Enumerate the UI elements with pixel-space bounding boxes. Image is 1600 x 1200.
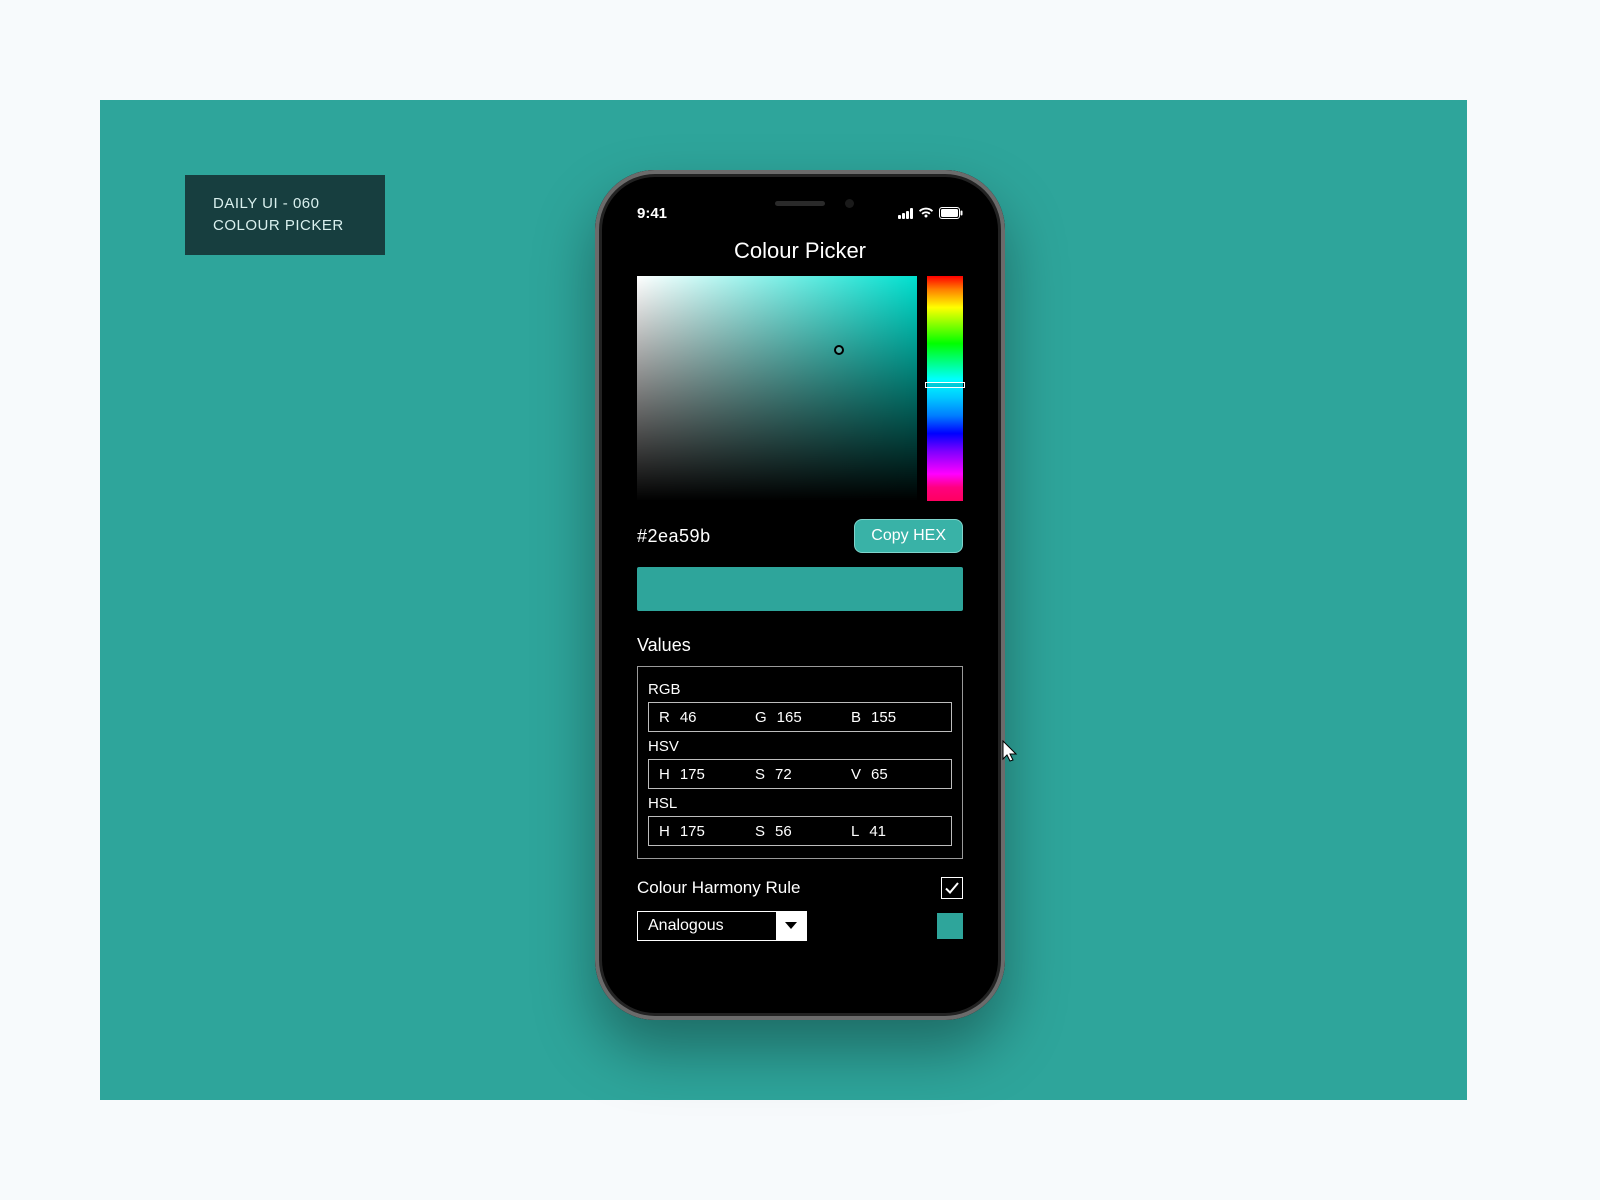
hue-slider[interactable] [927, 276, 963, 501]
sv-cursor[interactable] [834, 345, 844, 355]
hsl-h-label: H [659, 823, 670, 840]
rgb-row[interactable]: R 46 G 165 B 155 [648, 702, 952, 732]
color-swatch [637, 567, 963, 611]
screen-content: Colour Picker #2ea59b Copy HEX Values [613, 232, 987, 1002]
hue-thumb[interactable] [925, 382, 965, 388]
harmony-controls: Analogous [637, 911, 963, 941]
status-icons [898, 207, 963, 219]
hsl-l-label: L [851, 823, 859, 840]
status-time: 9:41 [637, 205, 667, 222]
hsv-row[interactable]: H 175 S 72 V 65 [648, 759, 952, 789]
picker-row [637, 276, 963, 501]
harmony-selected-text: Analogous [638, 912, 776, 940]
rgb-g-value: 165 [777, 709, 802, 726]
copy-hex-button[interactable]: Copy HEX [854, 519, 963, 553]
rgb-r-label: R [659, 709, 670, 726]
signal-icon [898, 208, 913, 219]
values-box: RGB R46 G165 B155 HSV H175 S72 V65 HSL [637, 666, 963, 859]
phone-frame: 9:41 Colour Picker [595, 170, 1005, 1020]
hex-row: #2ea59b Copy HEX [637, 519, 963, 553]
rgb-b-value: 155 [871, 709, 896, 726]
front-camera [845, 199, 854, 208]
notch [710, 188, 890, 218]
saturation-value-panel[interactable] [637, 276, 917, 501]
chevron-down-icon [776, 912, 806, 940]
hsv-h-label: H [659, 766, 670, 783]
hsv-s-value: 72 [775, 766, 792, 783]
hsl-l-value: 41 [869, 823, 886, 840]
design-canvas: DAILY UI - 060 COLOUR PICKER 9:41 [100, 100, 1467, 1100]
check-icon [944, 880, 960, 896]
hsl-h-value: 175 [680, 823, 705, 840]
battery-icon [939, 207, 963, 219]
badge-line1: DAILY UI - 060 [213, 193, 385, 216]
hsv-label: HSV [648, 738, 952, 755]
hsl-row[interactable]: H 175 S 56 L 41 [648, 816, 952, 846]
hsv-s-label: S [755, 766, 765, 783]
wifi-icon [918, 207, 934, 219]
rgb-b-label: B [851, 709, 861, 726]
badge-line2: COLOUR PICKER [213, 215, 385, 238]
hsl-s-value: 56 [775, 823, 792, 840]
rgb-g-label: G [755, 709, 767, 726]
app-title: Colour Picker [637, 238, 963, 264]
hsv-v-value: 65 [871, 766, 888, 783]
harmony-swatch [937, 913, 963, 939]
harmony-row: Colour Harmony Rule [637, 877, 963, 899]
phone-screen: 9:41 Colour Picker [613, 188, 987, 1002]
project-badge: DAILY UI - 060 COLOUR PICKER [185, 175, 385, 255]
harmony-checkbox[interactable] [941, 877, 963, 899]
hsv-h-value: 175 [680, 766, 705, 783]
hex-value: #2ea59b [637, 526, 711, 547]
values-heading: Values [637, 635, 963, 656]
rgb-r-value: 46 [680, 709, 697, 726]
hsl-s-label: S [755, 823, 765, 840]
rgb-label: RGB [648, 681, 952, 698]
speaker-grille [775, 201, 825, 206]
hsl-label: HSL [648, 795, 952, 812]
hsv-v-label: V [851, 766, 861, 783]
harmony-select[interactable]: Analogous [637, 911, 807, 941]
harmony-label: Colour Harmony Rule [637, 878, 800, 898]
